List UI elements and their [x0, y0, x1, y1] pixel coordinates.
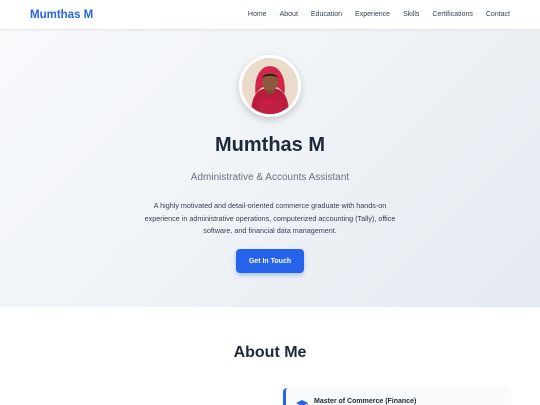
hero-role: Administrative & Accounts Assistant — [190, 172, 350, 183]
brand-logo[interactable]: Mumthas M — [30, 9, 93, 21]
profile-avatar — [239, 55, 301, 117]
nav-links: Home About Education Experience Skills C… — [248, 11, 510, 18]
nav-link-experience[interactable]: Experience — [355, 11, 390, 18]
nav-link-certifications[interactable]: Certifications — [432, 11, 472, 18]
nav-link-about[interactable]: About — [280, 11, 298, 18]
hero-description: A highly motivated and detail-oriented c… — [144, 201, 396, 235]
navbar: Mumthas M Home About Education Experienc… — [0, 0, 540, 30]
education-degree: Master of Commerce (Finance) — [314, 398, 417, 405]
hero-name: Mumthas M — [215, 134, 325, 156]
nav-link-contact[interactable]: Contact — [486, 11, 510, 18]
graduation-cap-icon — [296, 397, 308, 405]
get-in-touch-button[interactable]: Get In Touch — [236, 249, 304, 273]
about-title: About Me — [233, 344, 307, 361]
nav-link-education[interactable]: Education — [311, 11, 342, 18]
hero-section: Mumthas M Administrative & Accounts Assi… — [0, 30, 540, 307]
nav-link-skills[interactable]: Skills — [403, 11, 419, 18]
education-card: Master of Commerce (Finance) — [283, 388, 510, 405]
profile-photo — [242, 58, 298, 114]
nav-link-home[interactable]: Home — [248, 11, 267, 18]
about-section: About Me Master of Commerce (Finance) — [0, 307, 540, 405]
